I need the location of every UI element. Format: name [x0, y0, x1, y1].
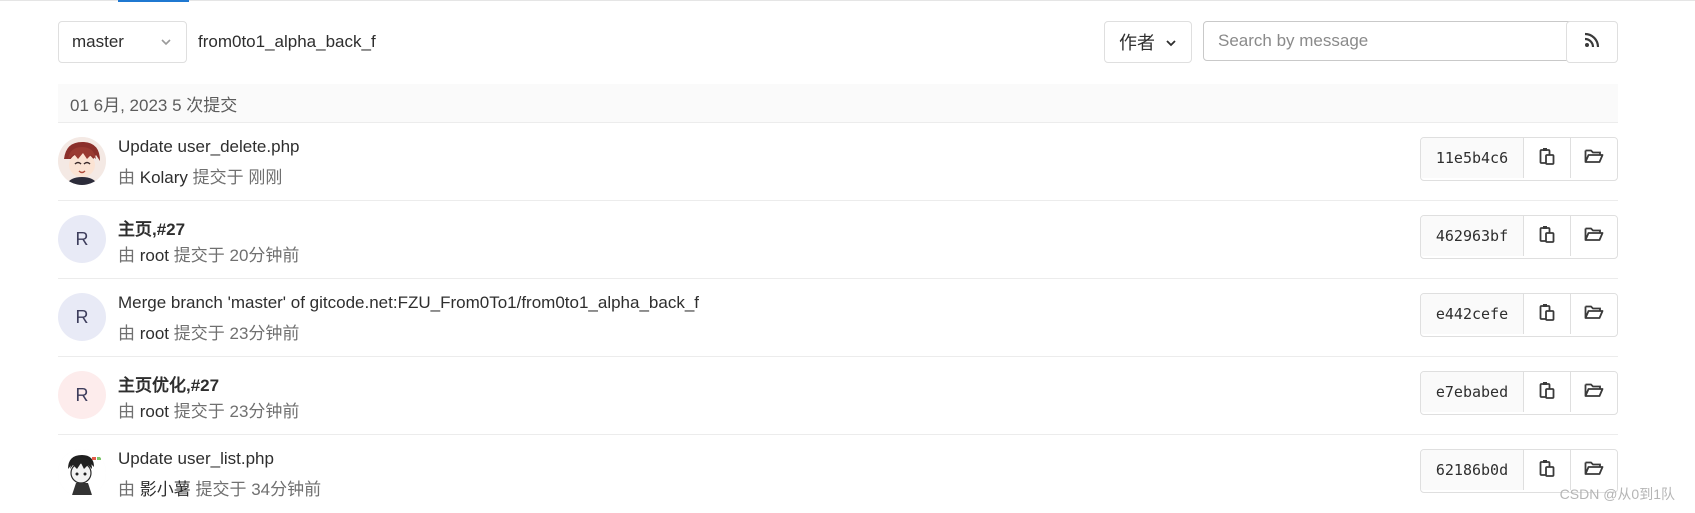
commit-day-label: 01 6月, 2023 5 次提交 — [70, 95, 238, 115]
folder-open-icon — [1584, 382, 1604, 403]
browse-files-button[interactable] — [1570, 294, 1617, 334]
commit-by-label: 由 — [118, 246, 135, 265]
author-filter-label: 作者 — [1119, 33, 1155, 53]
commit-sha-group: e7ebabed — [1420, 371, 1618, 415]
commit-by-label: 由 — [118, 324, 135, 343]
commit-meta: 由 root 提交于 23分钟前 — [118, 397, 299, 422]
commit-author[interactable]: Kolary — [140, 168, 188, 187]
commit-sha-button[interactable]: 62186b0d — [1421, 450, 1524, 490]
commit-meta: 由 root 提交于 20分钟前 — [118, 241, 299, 266]
commit-by-label: 由 — [118, 168, 135, 187]
avatar[interactable]: R — [58, 293, 106, 341]
avatar[interactable]: R — [58, 371, 106, 419]
commit-time: 20分钟前 — [229, 246, 300, 265]
copy-icon — [1539, 459, 1555, 482]
commit-sha-button[interactable]: e7ebabed — [1421, 372, 1524, 412]
commit-sha-group: 462963bf — [1420, 215, 1618, 259]
commit-author[interactable]: root — [140, 324, 169, 343]
commit-time: 23分钟前 — [229, 324, 300, 343]
commit-submitted-label: 提交于 — [195, 480, 247, 499]
commits-toolbar: master from0to1_alpha_back_f 作者 — [58, 21, 1618, 63]
branch-select[interactable]: master — [58, 21, 187, 63]
copy-sha-button[interactable] — [1524, 216, 1570, 256]
commit-row: R 主页优化,#27 由 root 提交于 23分钟前 e7ebabed — [58, 357, 1618, 435]
copy-icon — [1539, 225, 1555, 248]
folder-open-icon — [1584, 304, 1604, 325]
rss-button[interactable] — [1566, 21, 1618, 63]
branch-select-label: master — [72, 32, 124, 51]
user-avatar-image-icon — [58, 137, 106, 185]
commit-list: Update user_delete.php 由 Kolary 提交于 刚刚 1… — [58, 123, 1618, 513]
author-filter-button[interactable]: 作者 — [1104, 21, 1192, 63]
commit-meta: 由 影小薯 提交于 34分钟前 — [118, 475, 321, 500]
commit-sha-button[interactable]: e442cefe — [1421, 294, 1524, 334]
commit-submitted-label: 提交于 — [173, 246, 225, 265]
chevron-down-icon — [1165, 36, 1177, 54]
folder-open-icon — [1584, 148, 1604, 169]
commit-meta: 由 root 提交于 23分钟前 — [118, 319, 299, 344]
folder-open-icon — [1584, 460, 1604, 481]
user-avatar-image-icon — [58, 449, 106, 497]
browse-files-button[interactable] — [1570, 216, 1617, 256]
commit-row: Update user_delete.php 由 Kolary 提交于 刚刚 1… — [58, 123, 1618, 201]
commit-author[interactable]: root — [140, 246, 169, 265]
commit-by-label: 由 — [118, 402, 135, 421]
commit-submitted-label: 提交于 — [192, 168, 244, 187]
commit-row: R Merge branch 'master' of gitcode.net:F… — [58, 279, 1618, 357]
commit-title[interactable]: Merge branch 'master' of gitcode.net:FZU… — [118, 293, 699, 313]
browse-files-button[interactable] — [1570, 138, 1617, 178]
commit-author[interactable]: root — [140, 402, 169, 421]
top-divider — [0, 0, 1695, 1]
avatar[interactable] — [58, 449, 106, 497]
active-tab-indicator — [118, 0, 189, 2]
commit-author[interactable]: 影小薯 — [140, 480, 191, 499]
commit-by-label: 由 — [118, 480, 135, 499]
commit-title[interactable]: 主页优化,#27 — [118, 371, 219, 396]
copy-icon — [1539, 147, 1555, 170]
commit-title[interactable]: 主页,#27 — [118, 215, 185, 240]
commit-sha-button[interactable]: 11e5b4c6 — [1421, 138, 1524, 178]
commit-sha-button[interactable]: 462963bf — [1421, 216, 1524, 256]
commit-submitted-label: 提交于 — [173, 402, 225, 421]
copy-sha-button[interactable] — [1524, 372, 1570, 412]
csdn-watermark: CSDN @从0到1队 — [1559, 486, 1675, 502]
copy-sha-button[interactable] — [1524, 138, 1570, 178]
commit-time: 23分钟前 — [229, 402, 300, 421]
rss-icon — [1584, 32, 1600, 53]
commit-title[interactable]: Update user_delete.php — [118, 137, 299, 157]
commit-time: 34分钟前 — [251, 480, 322, 499]
commit-meta: 由 Kolary 提交于 刚刚 — [118, 163, 282, 188]
commit-time: 刚刚 — [248, 168, 283, 187]
avatar[interactable]: R — [58, 215, 106, 263]
commit-row: Update user_list.php 由 影小薯 提交于 34分钟前 621… — [58, 435, 1618, 513]
commit-sha-group: 11e5b4c6 — [1420, 137, 1618, 181]
browse-files-button[interactable] — [1570, 372, 1617, 412]
chevron-down-icon — [160, 35, 172, 53]
commit-submitted-label: 提交于 — [173, 324, 225, 343]
copy-icon — [1539, 303, 1555, 326]
commit-title[interactable]: Update user_list.php — [118, 449, 274, 469]
search-by-message-input[interactable] — [1203, 21, 1612, 61]
commit-row: R 主页,#27 由 root 提交于 20分钟前 462963bf — [58, 201, 1618, 279]
commit-day-header: 01 6月, 2023 5 次提交 — [58, 84, 1618, 123]
copy-sha-button[interactable] — [1524, 294, 1570, 334]
copy-icon — [1539, 381, 1555, 404]
commit-sha-group: e442cefe — [1420, 293, 1618, 337]
avatar[interactable] — [58, 137, 106, 185]
repo-path: from0to1_alpha_back_f — [198, 32, 376, 51]
folder-open-icon — [1584, 226, 1604, 247]
